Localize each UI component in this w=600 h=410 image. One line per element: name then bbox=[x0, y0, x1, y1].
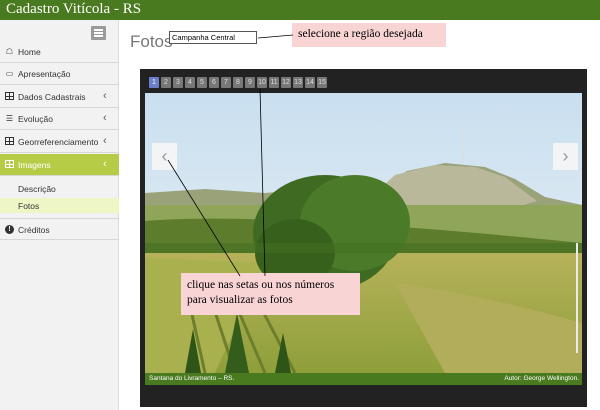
sidebar-item-home[interactable]: ☖ Home bbox=[0, 41, 119, 63]
sidebar-item-label: Imagens bbox=[18, 160, 51, 170]
info-icon: ! bbox=[5, 225, 14, 234]
chevron-right-icon[interactable]: › bbox=[553, 143, 578, 170]
page-title: Fotos bbox=[130, 32, 173, 51]
sidebar-item-label: Home bbox=[18, 47, 41, 57]
chevron-left-icon: ‹ bbox=[103, 135, 107, 147]
chevron-left-icon: ‹ bbox=[103, 158, 107, 170]
subitem-descricao[interactable]: Descrição bbox=[0, 181, 119, 196]
monitor-icon: ▭ bbox=[5, 69, 14, 78]
sidebar-item-label: Evolução bbox=[18, 114, 53, 124]
table-icon bbox=[5, 137, 14, 146]
chevron-left-icon: ‹ bbox=[103, 112, 107, 124]
sidebar-item-label: Créditos bbox=[18, 225, 50, 235]
app-title: Cadastro Vitícola - RS bbox=[6, 1, 142, 17]
callout-line-1: clique nas setas ou nos números bbox=[187, 279, 335, 291]
landscape-photo bbox=[145, 93, 582, 373]
app-header: Cadastro Vitícola - RS bbox=[0, 0, 600, 20]
caption-location: Santana do Livramento – RS. bbox=[149, 375, 235, 382]
photo-caption: Santana do Livramento – RS. Autor: Georg… bbox=[145, 373, 582, 385]
sidebar-item-evolucao[interactable]: ☰ Evolução ‹ bbox=[0, 108, 119, 130]
subitem-fotos[interactable]: Fotos bbox=[0, 198, 119, 213]
page-number-button[interactable]: 2 bbox=[161, 77, 171, 88]
subitem-label: Fotos bbox=[18, 201, 40, 211]
page-number-button[interactable]: 9 bbox=[245, 77, 255, 88]
sidebar-item-creditos[interactable]: ! Créditos bbox=[0, 218, 119, 240]
callout-select-region: selecione a região desejada bbox=[292, 23, 446, 47]
chevron-left-icon: ‹ bbox=[103, 90, 107, 102]
page-number-button[interactable]: 5 bbox=[197, 77, 207, 88]
sidebar-item-label: Georreferenciamento bbox=[18, 137, 99, 147]
list-icon: ☰ bbox=[5, 114, 14, 123]
page-number-button[interactable]: 3 bbox=[173, 77, 183, 88]
page-number-button[interactable]: 6 bbox=[209, 77, 219, 88]
table-icon bbox=[5, 92, 14, 101]
chevron-left-icon[interactable]: ‹ bbox=[152, 143, 177, 170]
sidebar: ☖ Home ▭ Apresentação Dados Cadastrais ‹… bbox=[0, 20, 119, 410]
callout-line-2: para visualizar as fotos bbox=[187, 294, 293, 306]
page-number-button[interactable]: 13 bbox=[293, 77, 303, 88]
page-number-button[interactable]: 7 bbox=[221, 77, 231, 88]
sidebar-item-label: Dados Cadastrais bbox=[18, 92, 86, 102]
page-number-button[interactable]: 1 bbox=[149, 77, 159, 88]
sidebar-item-georreferenciamento[interactable]: Georreferenciamento ‹ bbox=[0, 131, 119, 153]
table-icon bbox=[5, 160, 14, 169]
region-select[interactable]: Campanha Central bbox=[169, 31, 257, 44]
sidebar-item-dados-cadastrais[interactable]: Dados Cadastrais ‹ bbox=[0, 86, 119, 108]
page-number-button[interactable]: 15 bbox=[317, 77, 327, 88]
sidebar-item-imagens[interactable]: Imagens ‹ bbox=[0, 154, 119, 176]
page-number-button[interactable]: 11 bbox=[269, 77, 279, 88]
page-number-button[interactable]: 10 bbox=[257, 77, 267, 88]
home-icon: ☖ bbox=[5, 47, 14, 56]
page-number-button[interactable]: 14 bbox=[305, 77, 315, 88]
page-number-button[interactable]: 4 bbox=[185, 77, 195, 88]
hamburger-icon[interactable] bbox=[91, 26, 106, 40]
page-number-button[interactable]: 8 bbox=[233, 77, 243, 88]
callout-navigate-photos: clique nas setas ou nos números para vis… bbox=[181, 273, 360, 315]
sidebar-item-apresentacao[interactable]: ▭ Apresentação bbox=[0, 63, 119, 85]
page-number-button[interactable]: 12 bbox=[281, 77, 291, 88]
subitem-label: Descrição bbox=[18, 184, 56, 194]
sidebar-item-label: Apresentação bbox=[18, 69, 71, 79]
caption-author: Autor: George Wellington. bbox=[504, 375, 579, 382]
